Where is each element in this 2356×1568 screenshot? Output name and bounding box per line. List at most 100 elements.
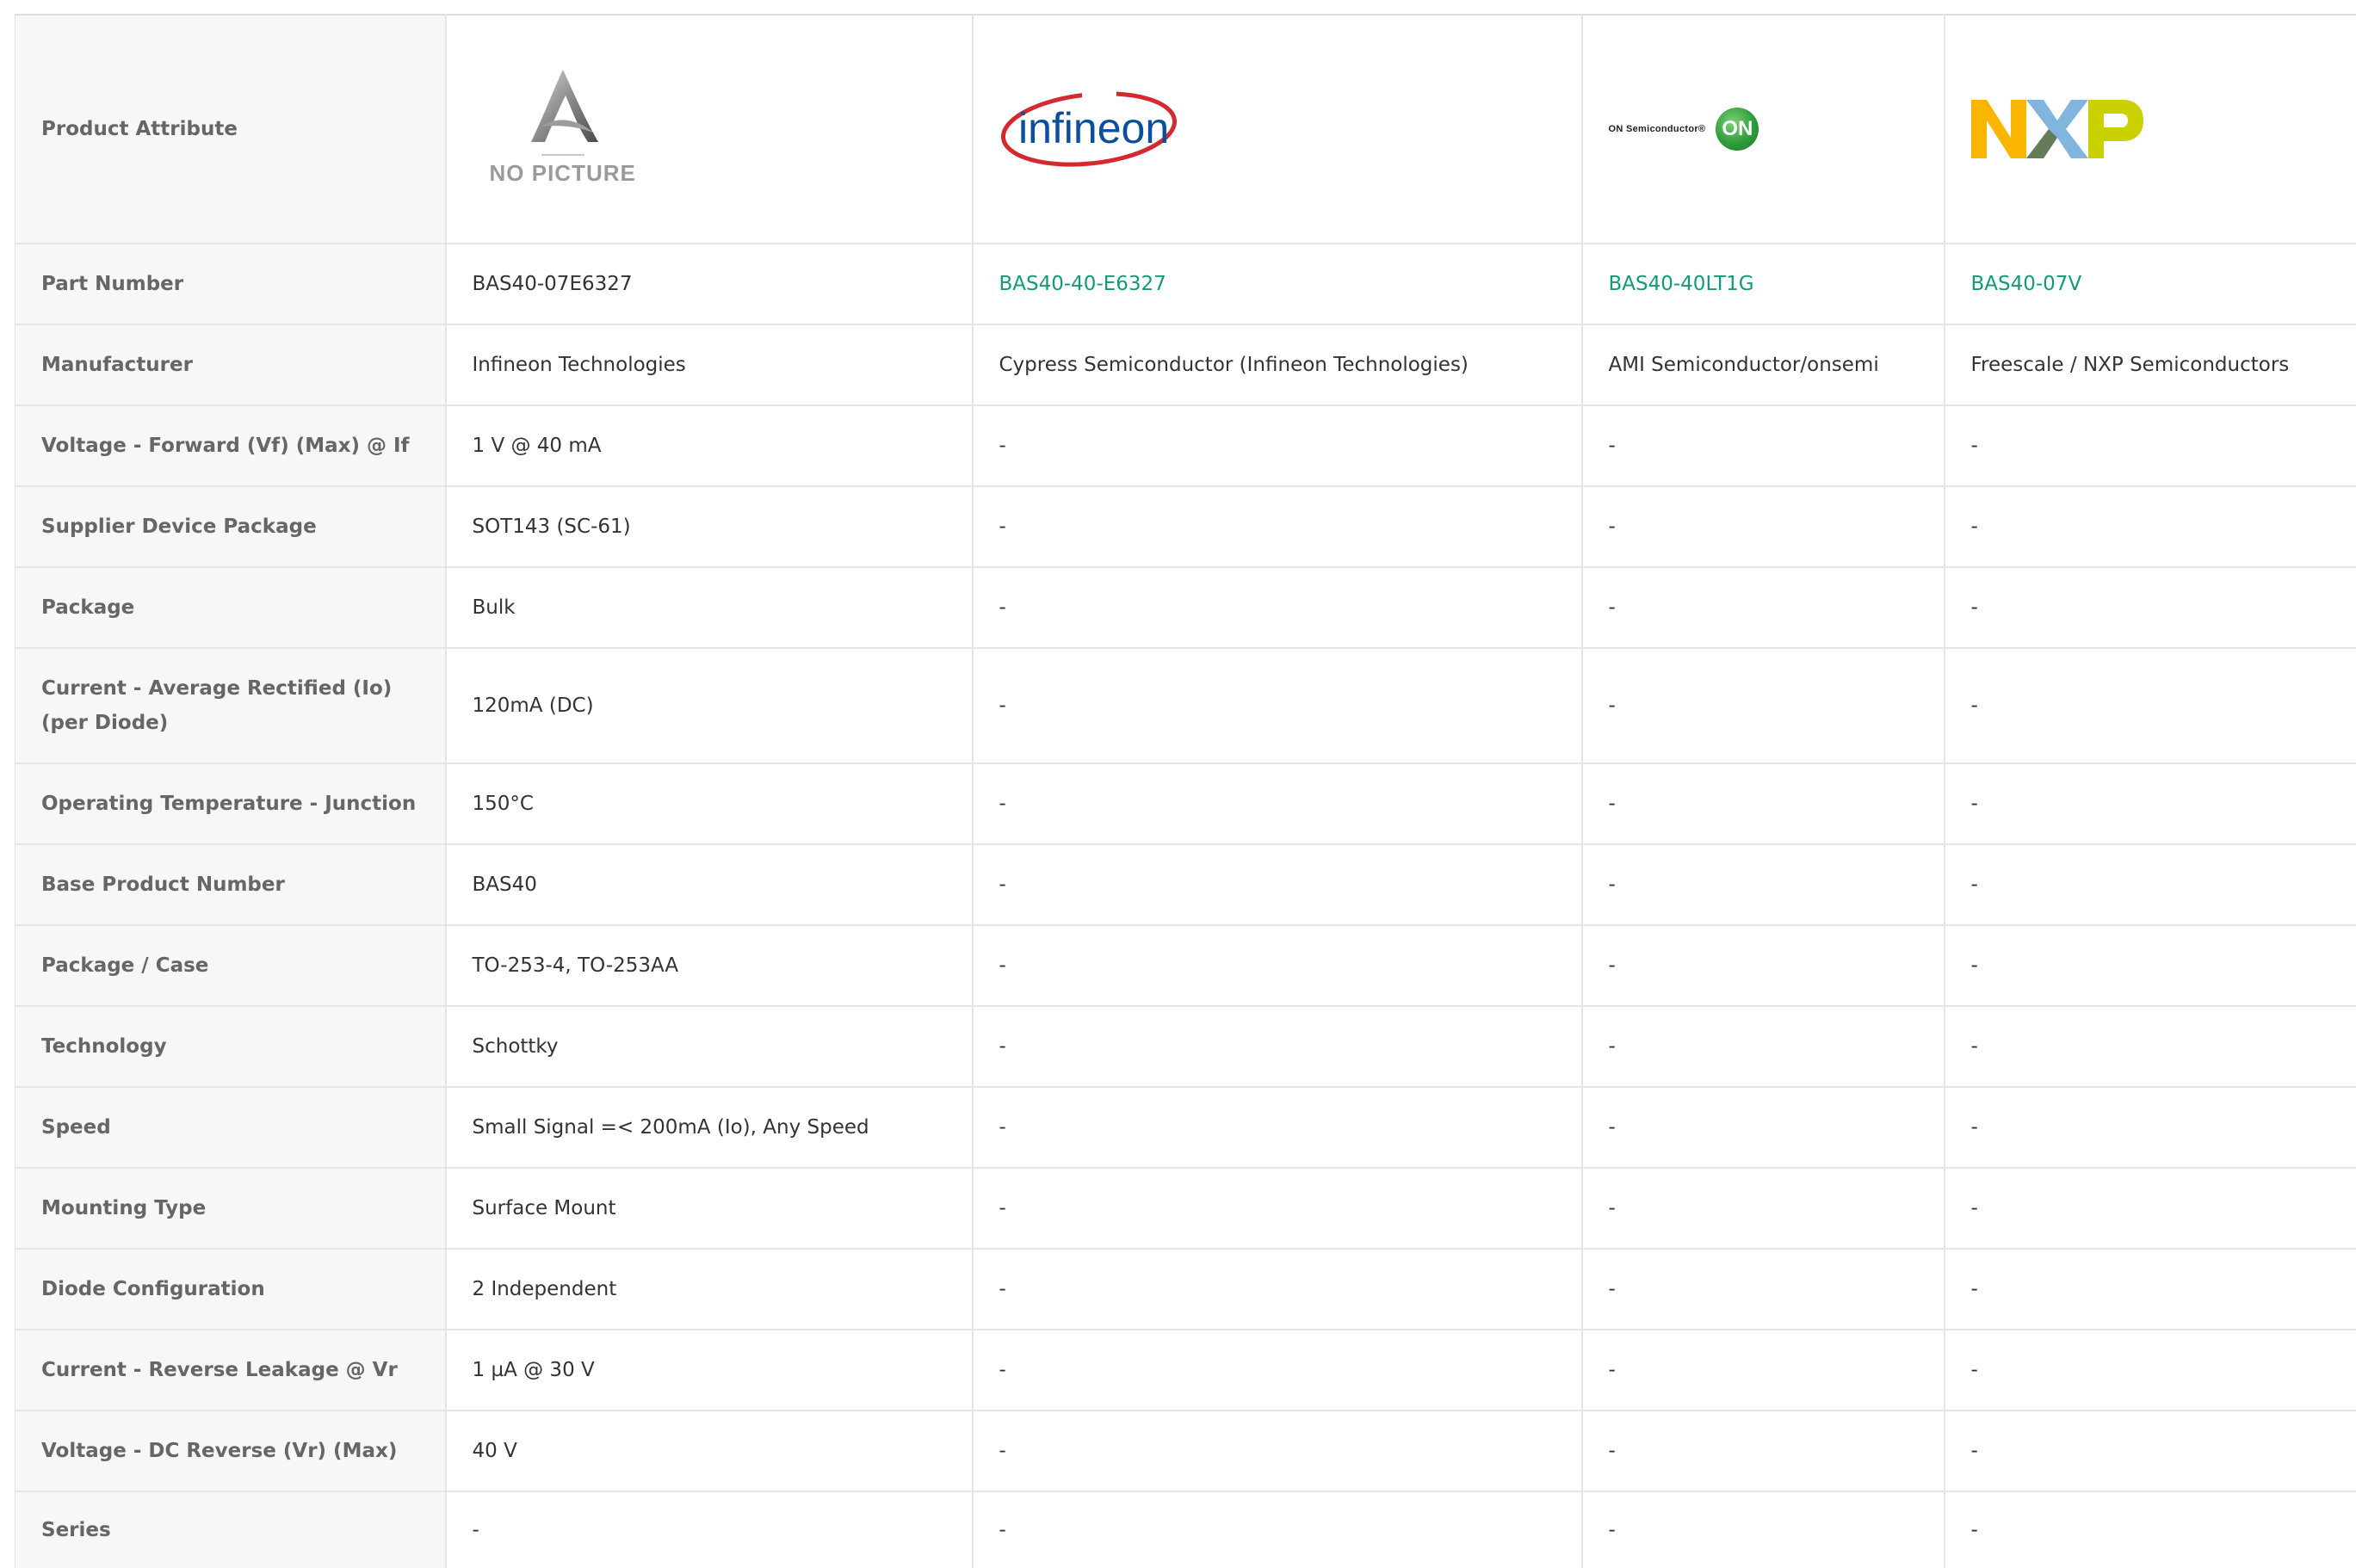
onsemi-badge: ON xyxy=(1716,108,1759,151)
row-label: Supplier Device Package xyxy=(15,486,446,567)
header-row: Product Attribute NO PICTURE xyxy=(15,15,2356,244)
table-cell: - xyxy=(1945,1006,2356,1087)
table-cell: Freescale / NXP Semiconductors xyxy=(1945,324,2356,405)
table-row: Package / Case TO-253-4, TO-253AA - - - xyxy=(15,925,2356,1006)
table-cell: - xyxy=(973,1491,1582,1568)
table-cell: - xyxy=(973,763,1582,844)
table-cell: - xyxy=(973,567,1582,648)
part-number-link[interactable]: BAS40-07V xyxy=(1945,244,2356,324)
row-label: Part Number xyxy=(15,244,446,324)
part-number-link[interactable]: BAS40-40LT1G xyxy=(1582,244,1945,324)
table-cell: - xyxy=(1582,763,1945,844)
table-cell: - xyxy=(973,925,1582,1006)
onsemi-logo-cell: ON Semiconductor® ON xyxy=(1582,15,1945,244)
infineon-logo: infineon xyxy=(999,86,1180,172)
table-cell: - xyxy=(973,1411,1582,1491)
table-cell: - xyxy=(1582,486,1945,567)
table-row: Current - Average Rectified (Io) (per Di… xyxy=(15,648,2356,763)
table-row: Package Bulk - - - xyxy=(15,567,2356,648)
table-row: Technology Schottky - - - xyxy=(15,1006,2356,1087)
table-cell: - xyxy=(1582,1330,1945,1411)
table-row: Operating Temperature - Junction 150°C -… xyxy=(15,763,2356,844)
table-cell: - xyxy=(1582,648,1945,763)
table-cell: - xyxy=(446,1491,973,1568)
attribute-label: Product Attribute xyxy=(15,15,446,244)
onsemi-logo: ON Semiconductor® ON xyxy=(1609,108,1944,151)
table-cell: - xyxy=(973,648,1582,763)
part-number-link[interactable]: BAS40-40-E6327 xyxy=(973,244,1582,324)
table-cell: - xyxy=(1582,844,1945,925)
row-label: Series xyxy=(15,1491,446,1568)
table-cell: - xyxy=(1945,1168,2356,1249)
table-cell: - xyxy=(1582,1087,1945,1168)
table-row: Diode Configuration 2 Independent - - - xyxy=(15,1249,2356,1330)
table-cell: Schottky xyxy=(446,1006,973,1087)
table-cell: - xyxy=(1582,925,1945,1006)
table-cell: Surface Mount xyxy=(446,1168,973,1249)
table-cell: 40 V xyxy=(446,1411,973,1491)
table-cell: - xyxy=(973,1330,1582,1411)
table-cell: - xyxy=(1582,567,1945,648)
table-cell: BAS40-07E6327 xyxy=(446,244,973,324)
table-cell: Small Signal =< 200mA (Io), Any Speed xyxy=(446,1087,973,1168)
row-label: Package xyxy=(15,567,446,648)
table-cell: - xyxy=(1582,1491,1945,1568)
table-cell: - xyxy=(1945,1491,2356,1568)
table-row: Voltage - Forward (Vf) (Max) @ If 1 V @ … xyxy=(15,405,2356,486)
table-cell: - xyxy=(973,844,1582,925)
nxp-logo-cell xyxy=(1945,15,2356,244)
table-cell: - xyxy=(1582,1006,1945,1087)
table-row: Manufacturer Infineon Technologies Cypre… xyxy=(15,324,2356,405)
table-cell: AMI Semiconductor/onsemi xyxy=(1582,324,1945,405)
table-cell: SOT143 (SC-61) xyxy=(446,486,973,567)
table-cell: - xyxy=(1945,1087,2356,1168)
row-label: Technology xyxy=(15,1006,446,1087)
table-cell: - xyxy=(1582,405,1945,486)
table-row: Speed Small Signal =< 200mA (Io), Any Sp… xyxy=(15,1087,2356,1168)
row-label: Operating Temperature - Junction xyxy=(15,763,446,844)
product-image-cell: NO PICTURE xyxy=(446,15,973,244)
table-row: Mounting Type Surface Mount - - - xyxy=(15,1168,2356,1249)
table-cell: 1 µA @ 30 V xyxy=(446,1330,973,1411)
table-cell: - xyxy=(973,486,1582,567)
row-label: Speed xyxy=(15,1087,446,1168)
table-cell: 150°C xyxy=(446,763,973,844)
table-cell: - xyxy=(1945,1411,2356,1491)
table-cell: - xyxy=(1945,405,2356,486)
table-row: Part Number BAS40-07E6327 BAS40-40-E6327… xyxy=(15,244,2356,324)
product-comparison-table: Product Attribute NO PICTURE xyxy=(15,14,2356,1568)
table-cell: 2 Independent xyxy=(446,1249,973,1330)
table-cell: - xyxy=(973,405,1582,486)
no-picture-placeholder: NO PICTURE xyxy=(490,66,636,190)
table-cell: - xyxy=(1945,648,2356,763)
row-label: Package / Case xyxy=(15,925,446,1006)
table-cell: Infineon Technologies xyxy=(446,324,973,405)
table-row: Supplier Device Package SOT143 (SC-61) -… xyxy=(15,486,2356,567)
table-cell: - xyxy=(1945,763,2356,844)
row-label: Voltage - DC Reverse (Vr) (Max) xyxy=(15,1411,446,1491)
table-cell: - xyxy=(973,1168,1582,1249)
table-cell: - xyxy=(1945,844,2356,925)
no-picture-text: NO PICTURE xyxy=(490,156,636,190)
table-cell: - xyxy=(973,1006,1582,1087)
row-label: Manufacturer xyxy=(15,324,446,405)
table-cell: TO-253-4, TO-253AA xyxy=(446,925,973,1006)
infineon-logo-cell: infineon xyxy=(973,15,1582,244)
table-cell: - xyxy=(1582,1249,1945,1330)
table-cell: 120mA (DC) xyxy=(446,648,973,763)
table-cell: - xyxy=(1945,567,2356,648)
table-cell: - xyxy=(1945,1330,2356,1411)
no-picture-icon xyxy=(516,66,610,152)
table-row: Current - Reverse Leakage @ Vr 1 µA @ 30… xyxy=(15,1330,2356,1411)
table-cell: - xyxy=(973,1087,1582,1168)
table-cell: - xyxy=(1945,1249,2356,1330)
comparison-table-container: Product Attribute NO PICTURE xyxy=(15,14,2356,1568)
table-cell: - xyxy=(1945,925,2356,1006)
table-cell: BAS40 xyxy=(446,844,973,925)
row-label: Mounting Type xyxy=(15,1168,446,1249)
table-row: Base Product Number BAS40 - - - xyxy=(15,844,2356,925)
table-cell: 1 V @ 40 mA xyxy=(446,405,973,486)
table-cell: - xyxy=(1582,1411,1945,1491)
row-label: Current - Reverse Leakage @ Vr xyxy=(15,1330,446,1411)
onsemi-wordmark: ON Semiconductor® xyxy=(1609,112,1706,146)
